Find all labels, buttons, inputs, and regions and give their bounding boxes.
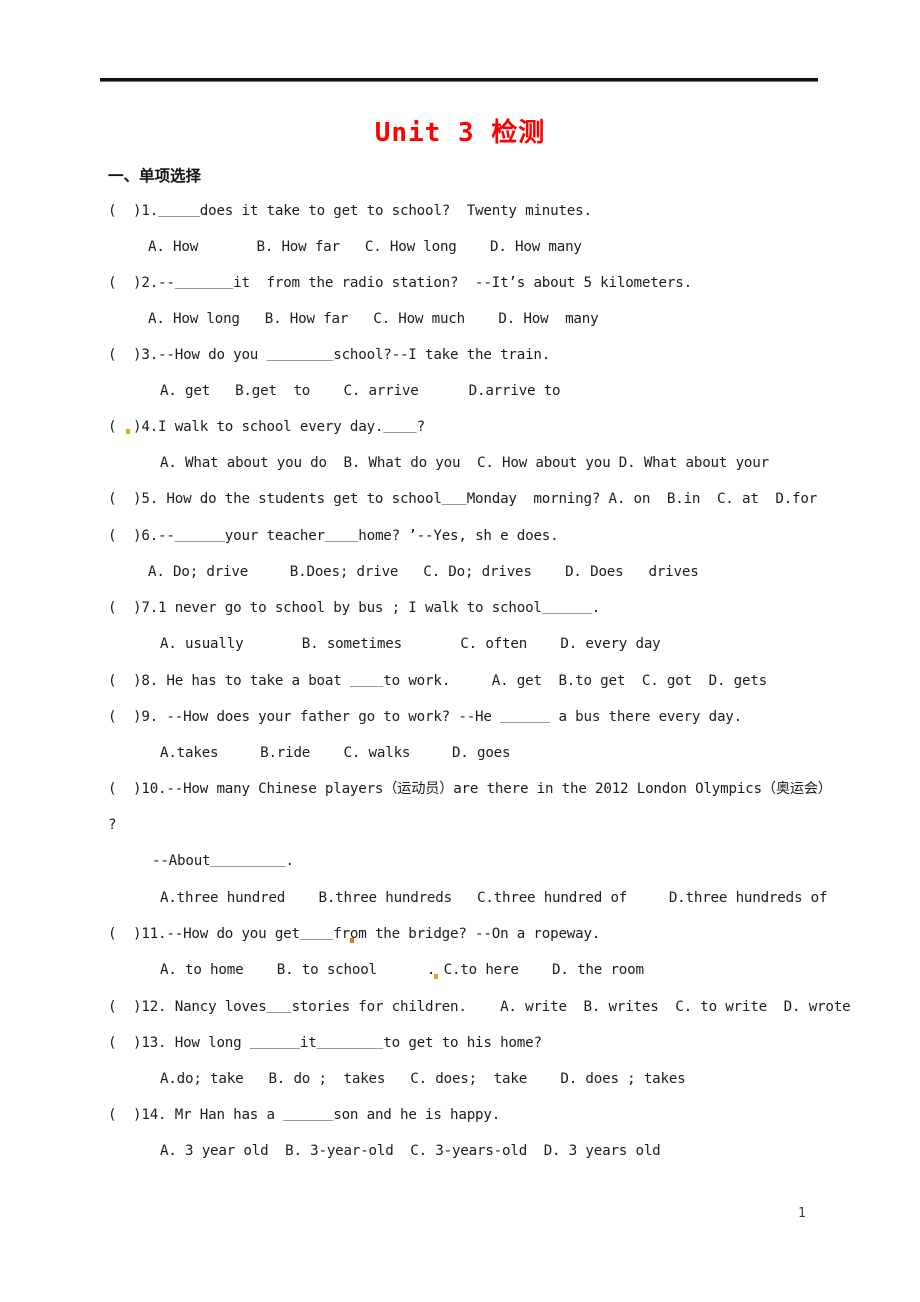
question-10-answer-lead: --About_________. [152,852,294,870]
question-14-text: son and he is happy. [333,1107,501,1123]
question-12-stem: ( )12. Nancy loves___stories for childre… [108,998,851,1016]
question-1-stem: ( )1._____does it take to get to school?… [108,202,592,220]
scan-speck-artifact [126,429,130,434]
question-10-stem: ( )10.--How many Chinese players（运动员）are… [108,781,832,797]
question-6-blank: ______ [175,528,225,544]
question-5-blank: ___ [442,491,467,507]
question-12-text: stories for children. A. write B. writes… [291,999,851,1015]
question-10-stem-wrap: ? [108,817,117,833]
question-7-stem: ( )7.1 never go to school by bus ; I wal… [108,599,600,617]
question-4-blank: ____ [383,419,416,435]
question-9-options: A.takes B.ride C. walks D. goes [160,745,511,761]
question-14-prefix: ( )14. Mr Han has a [108,1107,284,1123]
question-10-answer-prefix: --About [152,853,211,869]
question-10-answer-rest: . [285,853,294,869]
question-8-prefix: ( )8. He has to take a boat [108,673,350,689]
header-rule [100,78,818,82]
question-13-stem: ( )13. How long ______it________to get t… [108,1034,542,1052]
question-12-blank: ___ [267,999,292,1015]
question-13-text: it [299,1035,317,1051]
question-11-options: A. to home B. to school . C.to here D. t… [160,962,644,978]
question-10-answer-blank: _________ [210,853,285,869]
question-7-text: . [591,600,601,616]
question-3-text: school?--I take the train. [333,347,551,363]
question-2-options: A. How long B. How far C. How much D. Ho… [148,311,599,327]
question-13-options: A.do; take B. do ; takes C. does; take D… [160,1071,686,1087]
page-number: 1 [798,1206,806,1221]
question-13-text-2: to get to his home? [383,1035,542,1051]
question-13-blank: ______ [250,1035,300,1051]
question-6-prefix: ( )6.-- [108,528,175,544]
question-1-blank: _____ [158,203,200,219]
question-6-text-2: home? ’--Yes, sh e does. [358,528,559,544]
question-2-blank: _______ [175,275,233,291]
question-11-text: from the bridge? --On a ropeway. [333,926,601,942]
question-6-text: your teacher [224,528,325,544]
question-4-text: ? [416,419,426,435]
question-8-text: to work. A. get B.to get C. got D. gets [383,673,768,689]
question-7-options: A. usually B. sometimes C. often D. ever… [160,636,661,652]
question-6-stem: ( )6.--______your teacher____home? ’--Ye… [108,527,559,545]
question-4-stem: ( )4.I walk to school every day.____? [108,418,425,436]
question-11-stem: ( )11.--How do you get____from the bridg… [108,925,600,943]
question-11-prefix: ( )11.--How do you get [108,926,300,942]
question-14-blank: ______ [283,1107,333,1123]
question-13-blank-2: ________ [317,1035,384,1051]
question-7-blank: ______ [542,600,592,616]
question-14-stem: ( )14. Mr Han has a ______son and he is … [108,1106,500,1124]
section-heading-multiple-choice: 一、单项选择 [108,167,202,185]
question-12-prefix: ( )12. Nancy loves [108,999,267,1015]
question-7-prefix: ( )7.1 never go to school by bus ; I wal… [108,600,542,616]
question-11-blank: ____ [300,926,333,942]
question-3-blank: ________ [267,347,334,363]
question-4-prefix: ( )4.I walk to school every day. [108,419,384,435]
scan-speck-artifact [350,938,354,943]
question-1-prefix: ( )1. [108,203,159,219]
question-6-blank-2: ____ [325,528,358,544]
question-1-options: A. How B. How far C. How long D. How man… [148,239,582,255]
question-3-options: A. get B.get to C. arrive D.arrive to [160,383,561,399]
question-3-stem: ( )3.--How do you ________school?--I tak… [108,346,550,364]
question-1-text: does it take to get to school? Twenty mi… [199,203,592,219]
document-page: Unit 3 检测 一、单项选择 ( )1._____does it take … [0,0,920,1302]
question-14-options: A. 3 year old B. 3-year-old C. 3-years-o… [160,1143,661,1159]
question-5-text: Monday morning? A. on B.in C. at D.for [466,491,818,507]
question-9-text: a bus there every day. [550,709,742,725]
question-9-blank: ______ [500,709,550,725]
question-2-text: it from the radio station? --It’s about … [233,275,692,291]
question-13-prefix: ( )13. How long [108,1035,250,1051]
page-title: Unit 3 检测 [374,118,546,148]
question-4-options: A. What about you do B. What do you C. H… [160,455,769,471]
question-6-options: A. Do; drive B.Does; drive C. Do; drives… [148,564,699,580]
question-9-stem: ( )9. --How does your father go to work?… [108,708,742,726]
scan-speck-artifact [434,974,438,979]
question-3-prefix: ( )3.--How do you [108,347,267,363]
question-2-stem: ( )2.--_______it from the radio station?… [108,274,692,292]
question-8-stem: ( )8. He has to take a boat ____to work.… [108,672,767,690]
question-9-prefix: ( )9. --How does your father go to work?… [108,709,501,725]
question-10-options: A.three hundred B.three hundreds C.three… [160,890,828,906]
question-8-blank: ____ [350,673,383,689]
question-5-prefix: ( )5. How do the students get to school [108,491,442,507]
question-2-prefix: ( )2.-- [108,275,175,291]
question-5-stem: ( )5. How do the students get to school_… [108,490,817,508]
